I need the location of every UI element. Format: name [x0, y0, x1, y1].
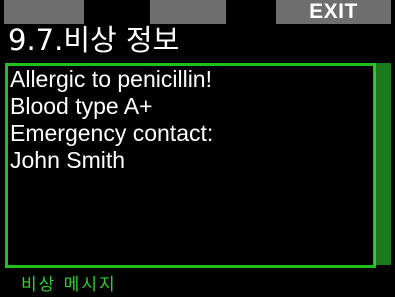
message-line: Blood type A+	[10, 93, 153, 119]
scrollbar[interactable]	[374, 63, 391, 265]
emergency-info-text: Allergic to penicillin! Blood type A+ Emer…	[10, 66, 213, 174]
exit-softkey-button[interactable]: EXIT	[276, 0, 391, 24]
message-line: Allergic to penicillin!	[10, 66, 212, 92]
message-line: John Smith	[10, 147, 126, 173]
page-title: 9.7.비상 정보	[8, 23, 180, 57]
footer-label: 비상 메시지	[21, 275, 117, 295]
message-line: Emergency contact:	[10, 120, 214, 146]
